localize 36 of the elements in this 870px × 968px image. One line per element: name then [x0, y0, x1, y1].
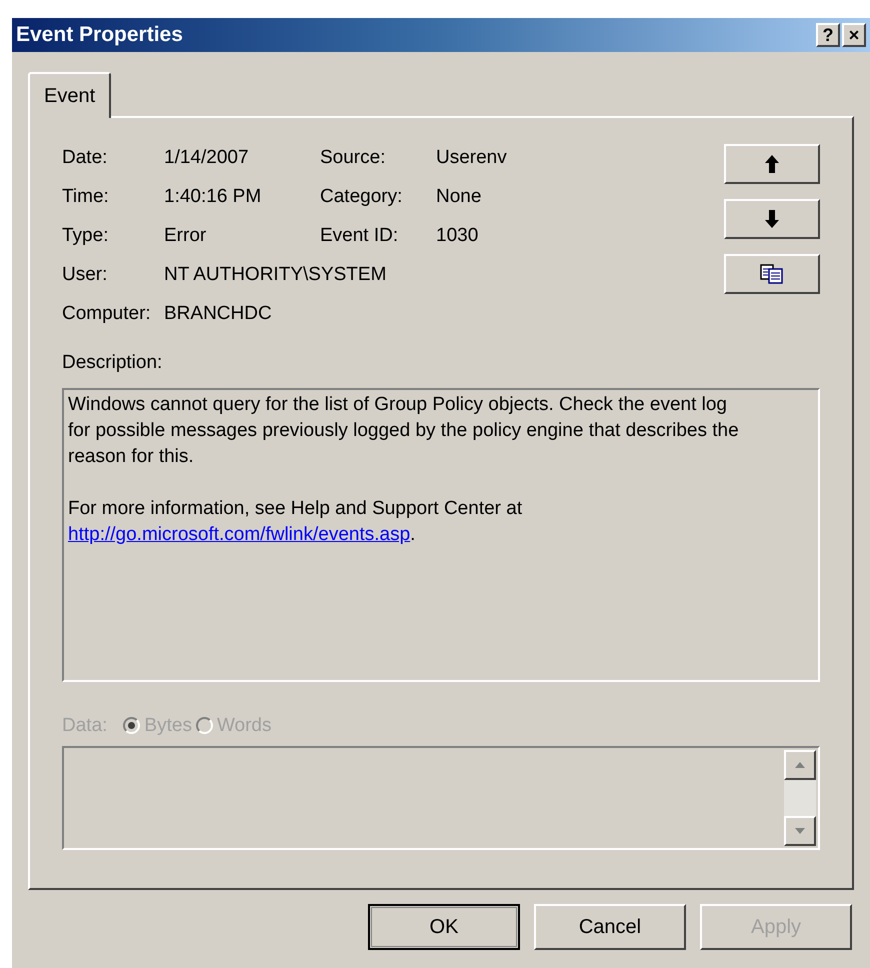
dialog-button[interactable]: OK — [368, 904, 520, 950]
field-value: None — [436, 185, 482, 210]
scroll-down-icon — [795, 828, 805, 834]
dialog-button[interactable]: Cancel — [534, 904, 686, 950]
next-button[interactable] — [724, 199, 820, 239]
copy-button[interactable] — [724, 254, 820, 294]
data-box[interactable] — [62, 746, 820, 850]
field-value: Error — [164, 224, 208, 248]
help-button[interactable]: ? — [816, 23, 840, 47]
field-value: NT AUTHORITY\SYSTEM — [164, 263, 386, 288]
description-label: Description: — [62, 351, 164, 375]
field-value: BRANCHDC — [164, 302, 273, 326]
description-paragraph: Windows cannot query for the list of Group Policy objects. Check the event log for possible messages previously logged by the policy engine that describes the reason for this. — [68, 392, 740, 468]
field-label: Source: — [320, 146, 386, 170]
up-arrow-icon — [765, 155, 779, 173]
field-value: 1030 — [436, 224, 478, 248]
field-label: Type: — [62, 224, 110, 248]
down-arrow-icon — [765, 210, 779, 228]
tab[interactable]: Event — [28, 72, 112, 118]
description-paragraph: For more information, see Help and Support Center at http://go.microsoft.com/fwlink/events.asp. — [68, 496, 524, 546]
window-title: Event Properties — [16, 22, 183, 48]
field-value: 1/14/2007 — [164, 146, 250, 170]
field-label: Time: — [62, 185, 110, 210]
scroll-up-icon — [795, 762, 805, 768]
field-label: Category: — [320, 185, 404, 210]
description-box[interactable] — [62, 388, 820, 682]
field-label: Date: — [62, 146, 108, 170]
copy-icon — [760, 264, 784, 284]
help-link[interactable]: http://go.microsoft.com/fwlink/events.asp — [68, 524, 410, 544]
field-value: Userenv — [436, 146, 507, 170]
field-label: Computer: — [62, 302, 152, 326]
field-label: User: — [62, 263, 108, 288]
field-label: Event ID: — [320, 224, 400, 248]
close-button[interactable]: × — [842, 23, 866, 47]
field-value: 1:40:16 PM — [164, 185, 262, 210]
previous-button[interactable] — [724, 144, 820, 184]
